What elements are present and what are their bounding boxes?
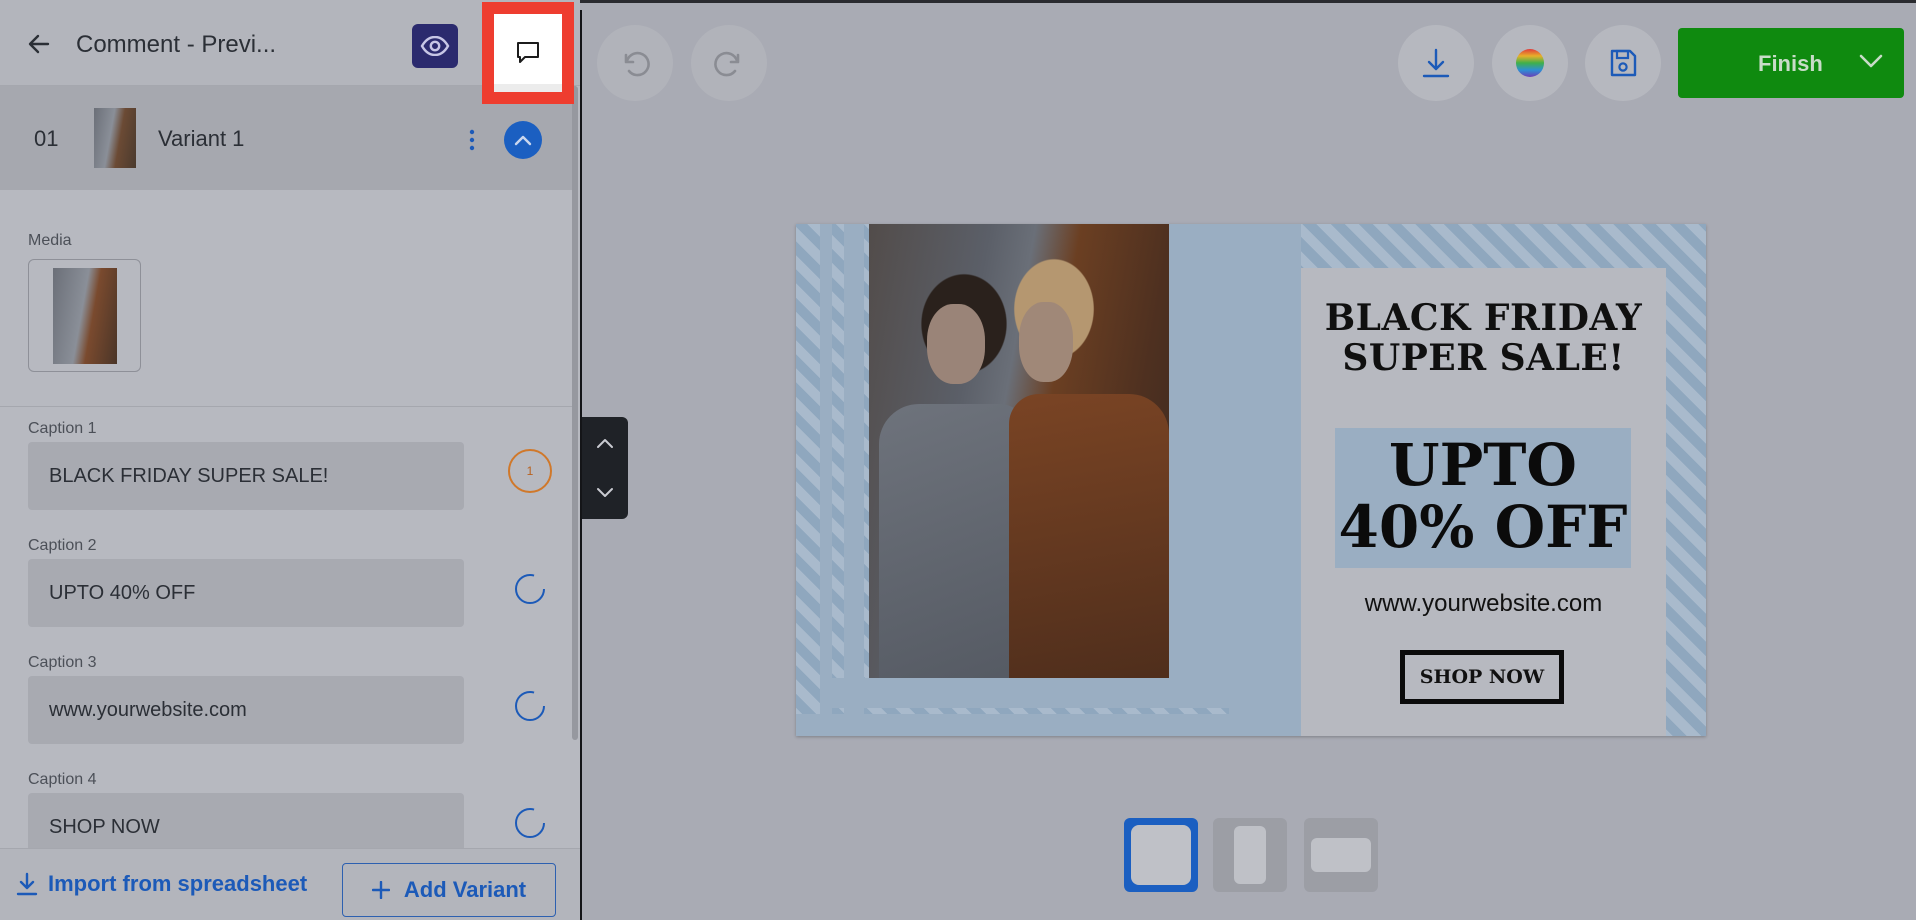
collapse-variant-button[interactable] xyxy=(504,121,542,159)
format-square-button[interactable] xyxy=(1124,818,1198,892)
next-variant-button[interactable] xyxy=(590,473,620,513)
caption-2-input[interactable]: UPTO 40% OFF xyxy=(28,559,464,627)
variant-nav xyxy=(582,417,628,519)
eye-icon xyxy=(420,36,450,56)
website-text[interactable]: www.yourwebsite.com xyxy=(1301,590,1666,618)
offer-line-2: 40% OFF xyxy=(1338,493,1628,561)
variant-thumbnail xyxy=(94,108,136,168)
variants-panel: Comment - Previ... 01 Variant 1 Media Ca… xyxy=(0,0,580,920)
square-format-icon xyxy=(1131,825,1191,885)
photo-figure xyxy=(927,304,985,384)
comment-count-badge[interactable]: 1 xyxy=(508,449,552,493)
color-palette-button[interactable] xyxy=(1492,25,1568,101)
panel-scrollbar[interactable] xyxy=(572,86,578,740)
comment-icon xyxy=(517,42,539,63)
comment-button[interactable] xyxy=(494,14,562,92)
design-canvas[interactable]: BLACK FRIDAY SUPER SALE! UPTO 40% OFF ww… xyxy=(796,224,1706,736)
portrait-format-icon xyxy=(1234,826,1266,884)
headline-line-1: BLACK FRIDAY xyxy=(1324,297,1643,339)
add-variant-label: Add Variant xyxy=(403,877,527,902)
text-card[interactable]: BLACK FRIDAY SUPER SALE! UPTO 40% OFF ww… xyxy=(1301,268,1666,736)
offer-line-1: UPTO xyxy=(1389,431,1577,499)
caption-2-label: Caption 2 xyxy=(28,537,97,554)
kebab-menu-icon xyxy=(469,129,475,151)
loading-spinner-icon xyxy=(515,691,545,721)
variant-more-button[interactable] xyxy=(462,126,482,154)
divider xyxy=(0,406,576,407)
plus-icon xyxy=(371,881,390,899)
loading-spinner-icon xyxy=(515,574,545,604)
back-button[interactable] xyxy=(22,27,56,61)
caption-1-label: Caption 1 xyxy=(28,420,97,437)
decorative-panel xyxy=(1169,224,1229,694)
loading-spinner-icon xyxy=(515,808,545,838)
chevron-up-icon xyxy=(597,439,613,448)
import-spreadsheet-button[interactable]: Import from spreadsheet xyxy=(16,871,307,897)
undo-button[interactable] xyxy=(597,25,673,101)
format-landscape-button[interactable] xyxy=(1304,818,1378,892)
photo-figure xyxy=(1009,394,1169,678)
color-wheel-icon xyxy=(1516,49,1544,77)
download-icon xyxy=(1422,48,1450,78)
shop-now-cta[interactable]: SHOP NOW xyxy=(1400,650,1564,704)
variant-number: 01 xyxy=(34,126,59,151)
media-image xyxy=(52,267,117,364)
caption-3-input[interactable]: www.yourwebsite.com xyxy=(28,676,464,744)
chevron-down-icon xyxy=(597,488,613,497)
variant-name: Variant 1 xyxy=(158,126,245,151)
offer-box[interactable]: UPTO 40% OFF xyxy=(1335,428,1631,568)
headline[interactable]: BLACK FRIDAY SUPER SALE! xyxy=(1301,298,1666,378)
arrow-left-icon xyxy=(28,34,50,54)
chevron-up-icon xyxy=(514,135,532,146)
chevron-down-icon[interactable] xyxy=(1858,52,1884,70)
offer-text: UPTO 40% OFF xyxy=(1335,434,1631,558)
save-icon xyxy=(1610,49,1637,77)
add-variant-button[interactable]: Add Variant xyxy=(342,863,556,917)
redo-button[interactable] xyxy=(691,25,767,101)
panel-title: Comment - Previ... xyxy=(76,31,277,58)
decorative-stripe xyxy=(820,224,832,736)
decorative-panel xyxy=(1229,224,1301,736)
import-label: Import from spreadsheet xyxy=(48,871,308,896)
undo-icon xyxy=(624,51,650,77)
media-thumbnail[interactable] xyxy=(28,259,141,372)
download-button[interactable] xyxy=(1398,25,1474,101)
caption-4-label: Caption 4 xyxy=(28,771,97,788)
landscape-format-icon xyxy=(1311,838,1371,872)
finish-button[interactable]: Finish xyxy=(1678,28,1904,98)
photo-figure xyxy=(1019,302,1073,382)
previous-variant-button[interactable] xyxy=(590,423,620,463)
panel-footer: Import from spreadsheet Add Variant xyxy=(0,848,580,920)
decorative-panel xyxy=(832,678,1232,708)
photo-figure xyxy=(879,404,1029,678)
preview-button[interactable] xyxy=(412,24,458,68)
save-button[interactable] xyxy=(1585,25,1661,101)
redo-icon xyxy=(714,51,740,77)
model-photo[interactable] xyxy=(869,224,1169,678)
finish-label: Finish xyxy=(1758,51,1823,76)
headline-line-2: SUPER SALE! xyxy=(1342,337,1625,379)
decorative-panel xyxy=(796,714,1301,736)
caption-3-label: Caption 3 xyxy=(28,654,97,671)
format-portrait-button[interactable] xyxy=(1213,818,1287,892)
media-label: Media xyxy=(28,232,72,249)
download-icon xyxy=(16,872,38,896)
decorative-stripe xyxy=(844,224,864,736)
comment-button-underline xyxy=(494,84,562,92)
caption-1-input[interactable]: BLACK FRIDAY SUPER SALE! xyxy=(28,442,464,510)
